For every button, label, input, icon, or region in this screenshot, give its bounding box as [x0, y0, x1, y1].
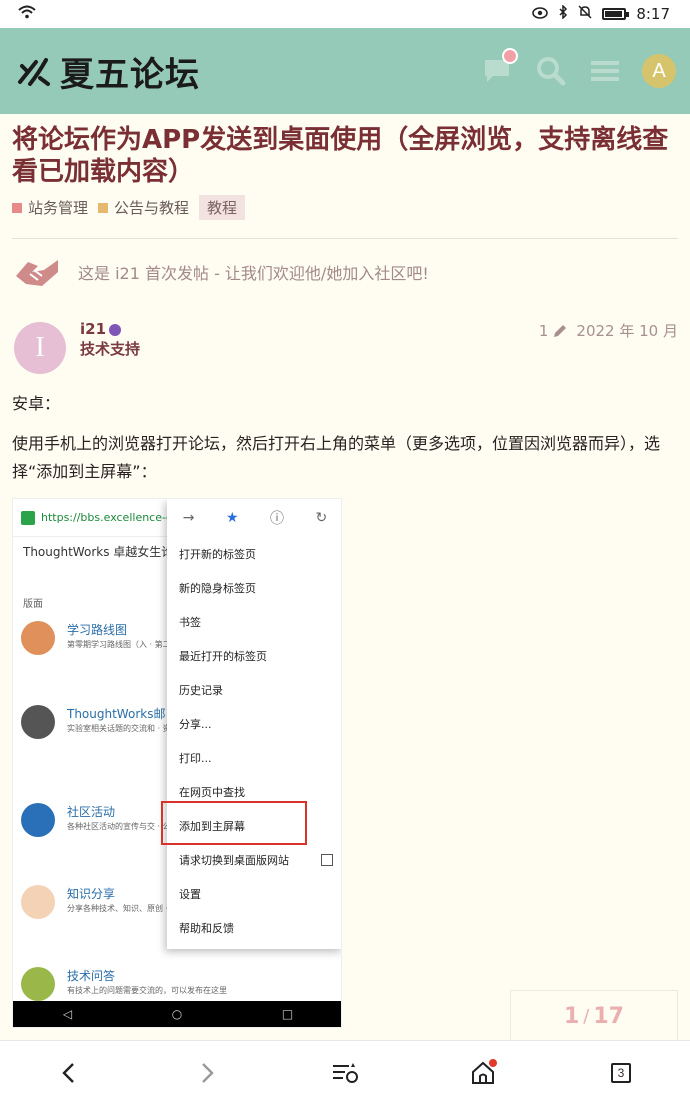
site-header: 夏五论坛 A	[0, 28, 690, 114]
forum-icon	[21, 621, 55, 655]
topic-tag[interactable]: 教程	[199, 195, 246, 220]
category-color-square	[12, 202, 22, 213]
chat-button[interactable]	[480, 48, 518, 88]
post-username: i21	[80, 320, 107, 338]
image-menu-item: 打开新的标签页	[179, 548, 256, 561]
mute-bell-icon	[578, 5, 592, 23]
chevron-right-icon	[202, 1062, 214, 1083]
image-menu-icons: → ★ ⓘ ↻	[167, 499, 341, 537]
forum-icon	[21, 705, 55, 739]
image-browser-menu: → ★ ⓘ ↻ 打开新的标签页 新的隐身标签页 书签 最近打开的标签页 历史记录…	[167, 499, 341, 949]
lock-icon	[21, 510, 35, 525]
edit-history-button[interactable]: 1	[539, 322, 569, 340]
image-menu-item: 书签	[179, 616, 201, 629]
search-button[interactable]	[534, 54, 568, 88]
post-user-group[interactable]: 技术支持	[80, 338, 140, 359]
post-author-avatar[interactable]: I	[14, 322, 66, 374]
welcome-text: 这是 i21 首次发帖 - 让我们欢迎他/她加入社区吧!	[78, 264, 429, 283]
post-meta: 1 2022 年 10 月	[539, 320, 678, 341]
back-triangle-icon: ◁	[62, 1007, 73, 1021]
post-author[interactable]: i21	[80, 320, 122, 338]
site-logo[interactable]: 夏五论坛	[14, 47, 200, 96]
back-button[interactable]	[49, 1053, 89, 1093]
divider	[12, 238, 678, 239]
reader-icon	[333, 1062, 358, 1083]
handshake-icon	[16, 260, 58, 286]
recent-square-icon: □	[281, 1007, 294, 1021]
topic-progress[interactable]: 1/17	[510, 990, 678, 1042]
hamburger-icon	[591, 61, 619, 81]
browser-bottom-bar: 3	[0, 1040, 690, 1104]
image-menu-item: 帮助和反馈	[179, 922, 234, 935]
image-menu-item: 打印...	[179, 752, 212, 765]
user-avatar-button[interactable]: A	[642, 54, 676, 88]
hamburger-menu-button[interactable]	[588, 54, 622, 88]
forum-icon	[21, 885, 55, 919]
notification-dot	[489, 1058, 497, 1067]
notification-dot	[502, 48, 518, 64]
category-color-square	[98, 202, 109, 213]
image-menu-item: 历史记录	[179, 684, 223, 697]
highlight-box	[161, 801, 307, 845]
tabs-button[interactable]: 3	[601, 1053, 641, 1093]
post-date[interactable]: 2022 年 10 月	[576, 320, 678, 341]
bluetooth-icon	[558, 4, 568, 23]
image-menu-item: 设置	[179, 888, 201, 901]
wifi-icon	[18, 5, 36, 23]
tab-count: 3	[611, 1062, 631, 1083]
post-image[interactable]: https://bbs.excellence-g ThoughtWorks 卓越…	[12, 498, 342, 1028]
home-circle-icon: ○	[171, 1007, 183, 1021]
topic-title[interactable]: 将论坛作为APP发送到桌面使用（全屏浏览，支持离线查看已加载内容）	[12, 124, 678, 188]
image-nav-bar: ◁ ○ □	[13, 1001, 341, 1027]
topic-categories: 站务管理 公告与教程 教程	[12, 195, 246, 220]
refresh-icon: ↻	[315, 510, 328, 526]
eye-icon	[532, 5, 549, 23]
reader-mode-button[interactable]	[325, 1053, 365, 1093]
chevron-left-icon	[62, 1062, 74, 1083]
post-paragraph: 安卓：	[12, 394, 61, 413]
star-icon: ★	[225, 510, 239, 526]
category-site-admin[interactable]: 站务管理	[12, 197, 88, 218]
site-name: 夏五论坛	[60, 54, 200, 95]
home-button[interactable]	[463, 1053, 503, 1093]
search-icon	[537, 57, 566, 86]
first-post-notice: 这是 i21 首次发帖 - 让我们欢迎他/她加入社区吧!	[14, 254, 429, 290]
info-icon: ⓘ	[270, 511, 284, 527]
clock: 8:17	[636, 5, 670, 23]
image-section-label: 版面	[23, 599, 43, 610]
user-badge-icon	[109, 323, 122, 336]
battery-icon	[602, 8, 630, 20]
category-announcements[interactable]: 公告与教程	[98, 197, 189, 218]
image-menu-item-desktop: 请求切换到桌面版网站	[167, 843, 341, 877]
image-site-title: ThoughtWorks 卓越女生论	[23, 545, 174, 559]
image-menu-item: 分享...	[179, 718, 212, 731]
image-menu-item: 新的隐身标签页	[179, 582, 256, 595]
forum-icon	[21, 803, 55, 837]
forum-icon	[21, 967, 55, 1001]
image-menu-item: 最近打开的标签页	[179, 650, 267, 663]
status-bar: 8:17	[0, 0, 690, 28]
post-paragraph: 使用手机上的浏览器打开论坛，然后打开右上角的菜单（更多选项，位置因浏览器而异），…	[12, 434, 661, 481]
pencil-icon	[554, 324, 567, 337]
checkbox-icon	[321, 854, 333, 866]
forward-button[interactable]	[187, 1053, 227, 1093]
logo-mark-icon	[18, 58, 50, 86]
forward-arrow-icon: →	[182, 510, 195, 526]
